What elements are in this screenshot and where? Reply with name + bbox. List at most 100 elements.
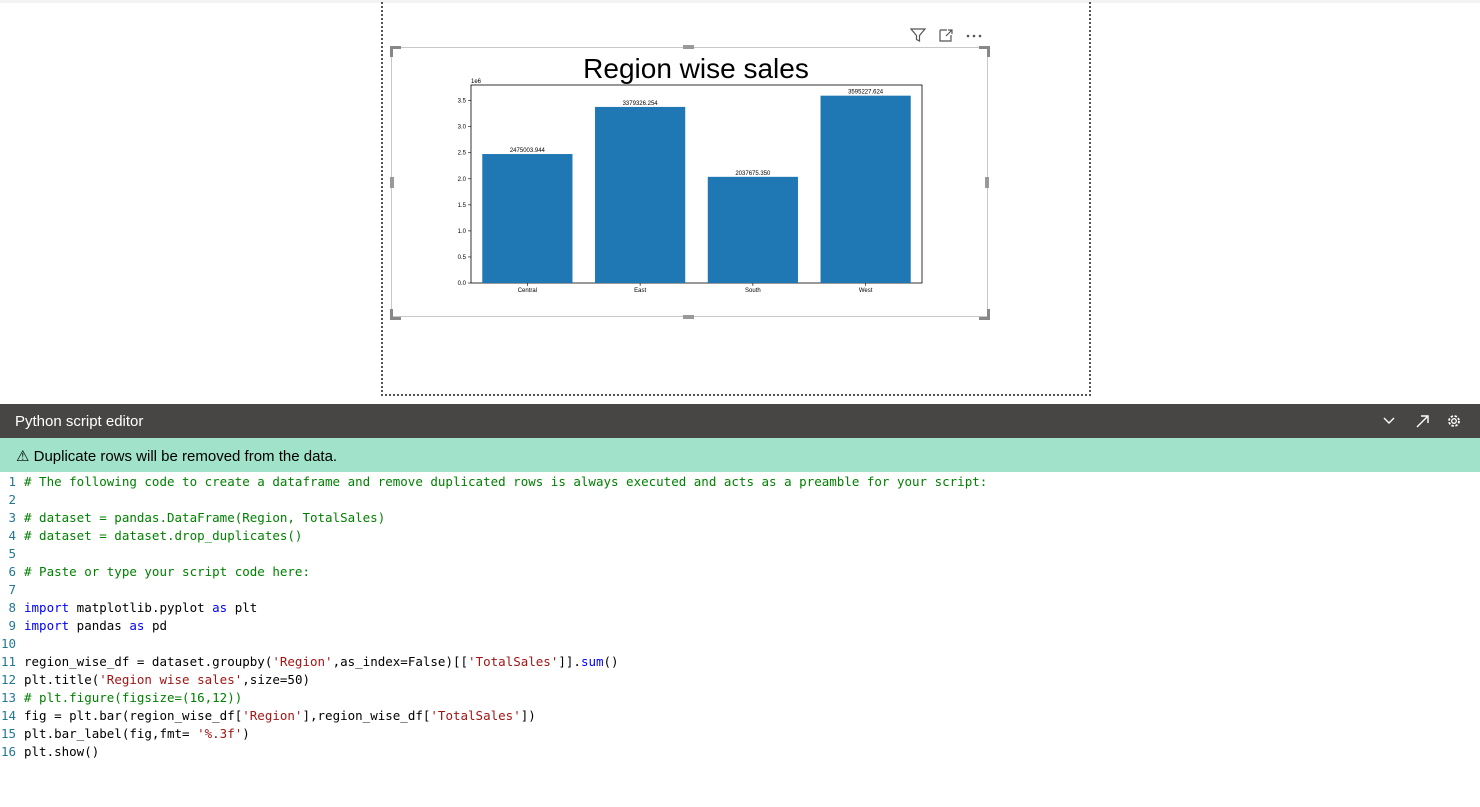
code-token: plt.show(): [24, 744, 100, 759]
focus-mode-icon[interactable]: [935, 25, 957, 45]
line-content: plt.show(): [24, 743, 99, 761]
code-line[interactable]: 1 # The following code to create a datafr…: [0, 473, 1480, 491]
line-number: 11: [0, 654, 16, 669]
duplicate-warning-banner: ⚠ Duplicate rows will be removed from th…: [0, 438, 1480, 472]
code-token: 'Region': [272, 654, 333, 669]
chevron-down-icon[interactable]: [1378, 411, 1400, 431]
line-number: 16: [0, 744, 16, 759]
code-token: as: [129, 618, 145, 633]
line-content: plt.title('Region wise sales',size=50): [24, 671, 310, 689]
code-token: plt.bar_label(fig,fmt=: [24, 726, 198, 741]
warning-icon: ⚠: [16, 448, 30, 465]
filter-icon[interactable]: [907, 25, 929, 45]
line-number: 10: [0, 636, 16, 651]
resize-handle-bottom-right[interactable]: [979, 309, 990, 320]
line-number: 6: [8, 564, 16, 579]
code-token: ]].: [558, 654, 581, 669]
code-token: sum: [580, 654, 604, 669]
line-number: 13: [0, 690, 16, 705]
code-token: plt: [227, 600, 258, 615]
line-number: 5: [8, 546, 16, 561]
line-number: 8: [8, 600, 16, 615]
line-content: # Paste or type your script code here:: [24, 563, 310, 581]
bar-central: [482, 154, 573, 283]
line-number: 9: [8, 618, 16, 633]
code-token: # dataset = pandas.DataFrame(Region, Tot…: [24, 510, 386, 525]
visual-header: [905, 25, 995, 45]
code-line[interactable]: 8 import matplotlib.pyplot as plt: [0, 599, 1480, 617]
line-number: 7: [8, 582, 16, 597]
code-token: region_wise_df = dataset.groupby(: [24, 654, 273, 669]
bar-value-label: 2475003.944: [510, 148, 546, 154]
resize-handle-right[interactable]: [985, 177, 989, 188]
report-canvas: Region wise sales 1e6 0.0 0.5 1.0 1.5 2.0 2.5 3…: [0, 0, 1480, 404]
bar-value-label: 2037675.350: [735, 171, 771, 177]
line-content: # dataset = dataset.drop_duplicates(): [24, 527, 302, 545]
resize-handle-bottom-left[interactable]: [390, 309, 401, 320]
x-tick-label: West: [859, 288, 873, 294]
y-tick-label: 3.5: [458, 99, 467, 105]
y-tick-label: 0.0: [458, 281, 467, 287]
code-line[interactable]: 11 region_wise_df = dataset.groupby('Regi…: [0, 653, 1480, 671]
line-content: # The following code to create a datafra…: [24, 473, 987, 491]
code-editor[interactable]: 1 # The following code to create a datafr…: [0, 473, 1480, 761]
code-token: pd: [144, 618, 168, 633]
code-line[interactable]: 13 # plt.figure(figsize=(16,12)): [0, 689, 1480, 707]
bar-east: [595, 106, 686, 283]
line-content: plt.bar_label(fig,fmt= '%.3f'): [24, 725, 250, 743]
warning-message: ⚠ Duplicate rows will be removed from th…: [16, 447, 337, 465]
x-tick-label: Central: [518, 288, 537, 294]
expand-icon[interactable]: [1411, 411, 1433, 431]
code-token: # Paste or type your script code here:: [24, 564, 310, 579]
code-token: ,as_index=False)[[: [332, 654, 469, 669]
bar-south: [707, 176, 798, 283]
code-line[interactable]: 15 plt.bar_label(fig,fmt= '%.3f'): [0, 725, 1480, 743]
line-number: 1: [8, 474, 16, 489]
code-token: '%.3f': [197, 726, 243, 741]
line-content: region_wise_df = dataset.groupby('Region…: [24, 653, 619, 671]
code-line[interactable]: 4 # dataset = dataset.drop_duplicates(): [0, 527, 1480, 545]
y-tick-label: 3.0: [458, 125, 467, 131]
code-line[interactable]: 5: [0, 545, 1480, 563]
line-content: import pandas as pd: [24, 617, 167, 635]
line-number: 2: [8, 492, 16, 507]
code-token: ,size=50): [242, 672, 310, 687]
code-token: ],region_wise_df[: [302, 708, 431, 723]
code-line[interactable]: 7: [0, 581, 1480, 599]
y-tick-label: 2.5: [458, 151, 467, 157]
code-token: import: [24, 600, 70, 615]
code-line[interactable]: 16 plt.show(): [0, 743, 1480, 761]
code-token: fig = plt.bar(region_wise_df[: [24, 708, 243, 723]
code-token: pandas: [69, 618, 130, 633]
code-line[interactable]: 6 # Paste or type your script code here:: [0, 563, 1480, 581]
more-options-icon[interactable]: [963, 25, 985, 45]
x-tick-label: East: [634, 288, 646, 294]
bar-value-label: 3379326.254: [623, 101, 659, 107]
code-line[interactable]: 9 import pandas as pd: [0, 617, 1480, 635]
y-tick-label: 2.0: [458, 177, 467, 183]
line-content: # dataset = pandas.DataFrame(Region, Tot…: [24, 509, 385, 527]
resize-handle-bottom[interactable]: [683, 315, 694, 319]
resize-handle-top[interactable]: [683, 45, 694, 49]
warning-text: Duplicate rows will be removed from the …: [33, 448, 338, 465]
line-number: 15: [0, 726, 16, 741]
code-token: as: [212, 600, 228, 615]
gear-icon[interactable]: [1443, 411, 1465, 431]
code-line[interactable]: 14 fig = plt.bar(region_wise_df['Region']…: [0, 707, 1480, 725]
code-token: 'Region': [242, 708, 303, 723]
editor-title: Python script editor: [15, 413, 144, 430]
code-line[interactable]: 3 # dataset = pandas.DataFrame(Region, To…: [0, 509, 1480, 527]
code-line[interactable]: 12 plt.title('Region wise sales',size=50): [0, 671, 1480, 689]
code-token: ): [242, 726, 250, 741]
code-line[interactable]: 2: [0, 491, 1480, 509]
code-token: # dataset = dataset.drop_duplicates(): [24, 528, 303, 543]
x-tick-label: South: [745, 288, 761, 294]
y-tick-label: 1.5: [458, 203, 467, 209]
line-content: import matplotlib.pyplot as plt: [24, 599, 257, 617]
y-tick-label: 1.0: [458, 229, 467, 235]
line-content: fig = plt.bar(region_wise_df['Region'],r…: [24, 707, 536, 725]
code-token: # The following code to create a datafra…: [24, 474, 988, 489]
code-line[interactable]: 10: [0, 635, 1480, 653]
line-number: 3: [8, 510, 16, 525]
y-tick-label: 0.5: [458, 255, 467, 261]
